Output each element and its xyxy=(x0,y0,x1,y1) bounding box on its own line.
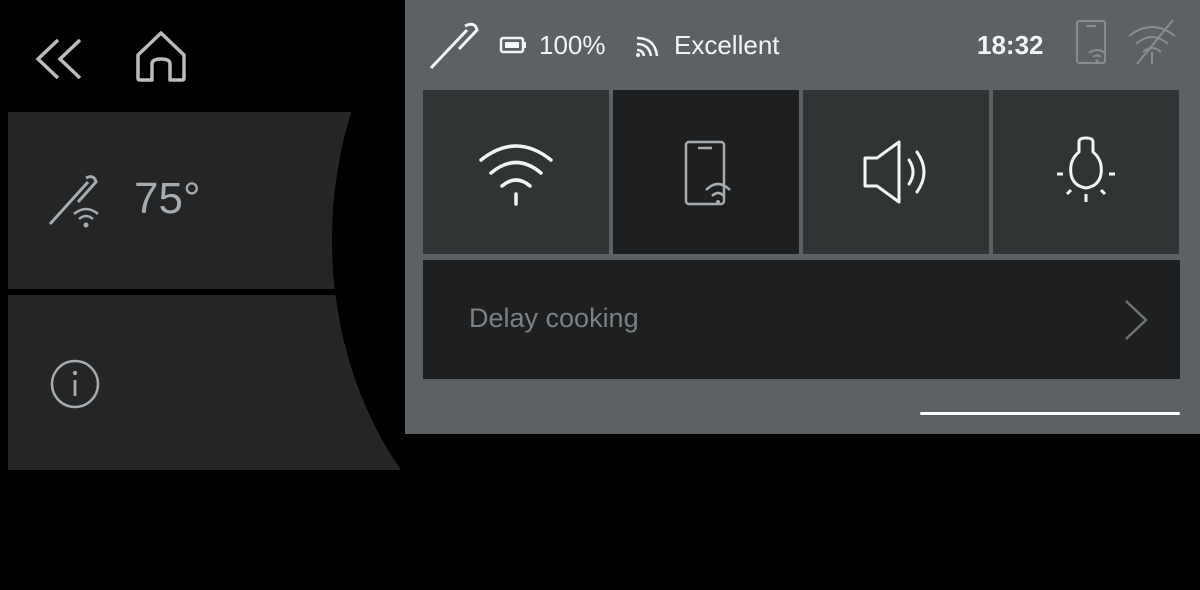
wifi-toggle-tile[interactable] xyxy=(423,90,609,254)
delay-cooking-label: Delay cooking xyxy=(469,303,639,333)
remote-start-tile[interactable] xyxy=(613,90,799,254)
phone-wifi-icon xyxy=(684,140,731,206)
sound-toggle-tile[interactable] xyxy=(803,90,989,254)
wifi-icon xyxy=(479,144,553,206)
quick-settings-panel: 100% Excellent 18:32 Delay cooking xyxy=(405,0,1200,434)
light-bulb-icon xyxy=(1057,136,1115,202)
back-double-chevron-icon xyxy=(35,38,82,80)
home-icon xyxy=(136,31,186,82)
wifi-off-icon xyxy=(1128,19,1176,65)
probe-temperature: 75° xyxy=(134,174,201,223)
panel-drag-handle[interactable] xyxy=(920,412,1180,415)
info-icon[interactable] xyxy=(49,358,101,410)
home-button[interactable] xyxy=(126,22,196,92)
signal-strength-icon xyxy=(636,36,659,57)
clock: 18:32 xyxy=(977,30,1044,60)
remote-start-icon xyxy=(1076,20,1106,64)
meat-probe-icon xyxy=(429,22,479,70)
signal-quality: Excellent xyxy=(674,30,780,60)
speaker-icon xyxy=(863,140,926,204)
wireless-probe-icon xyxy=(48,175,99,228)
battery-level: 100% xyxy=(539,30,606,60)
chevron-right-icon xyxy=(1125,300,1148,340)
delay-cooking-row[interactable]: Delay cooking xyxy=(423,260,1180,379)
light-toggle-tile[interactable] xyxy=(993,90,1179,254)
battery-icon xyxy=(499,36,526,54)
back-button[interactable] xyxy=(24,22,94,92)
